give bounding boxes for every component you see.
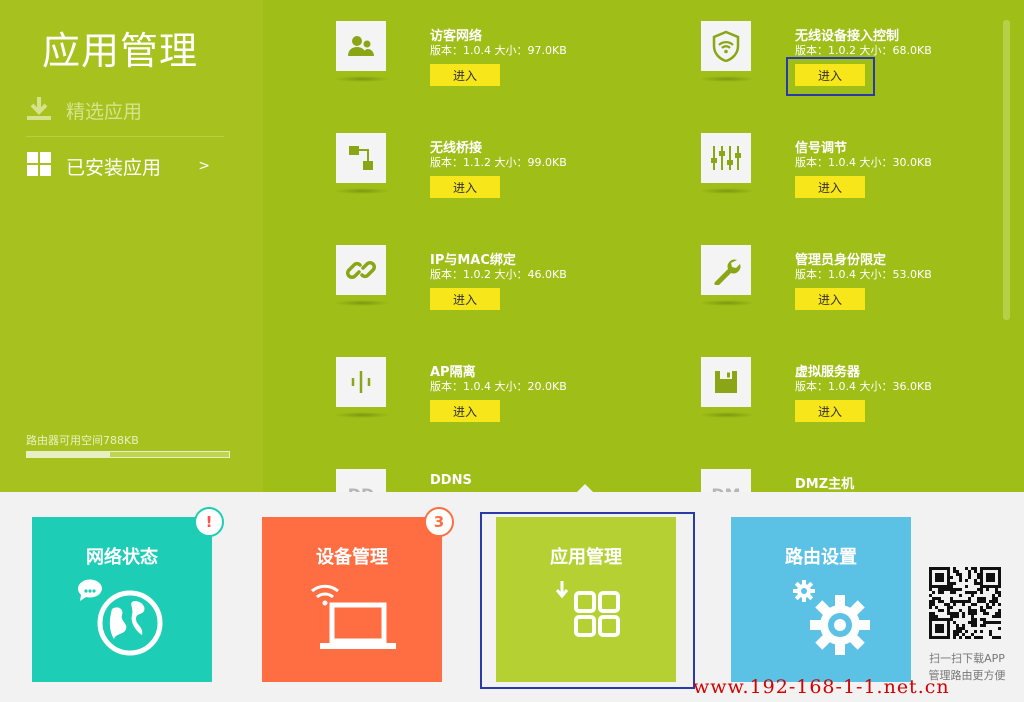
guest-users-icon	[336, 21, 386, 71]
tile-router-settings[interactable]: 路由设置	[731, 517, 911, 682]
globe-chat-icon	[32, 579, 212, 659]
app-card-wireless-access-control: 无线设备接入控制 版本：1.0.2 大小：68.0KB 进入	[699, 21, 1021, 121]
count-badge: 3	[424, 507, 454, 537]
app-version: 版本：1.0.4 大小：20.0KB	[430, 380, 567, 393]
chevron-right-icon: >	[198, 158, 210, 174]
app-name: DDNS	[430, 473, 472, 488]
wifi-shield-icon	[701, 21, 751, 71]
grid-icon	[26, 151, 52, 182]
app-card-dmz-host: DM DMZ主机	[701, 469, 1021, 492]
icon-shadow	[699, 412, 755, 418]
tile-device-management[interactable]: 设备管理 3	[262, 507, 454, 682]
sidebar-title: 应用管理	[42, 29, 199, 73]
icon-shadow	[334, 412, 390, 418]
wrench-icon	[701, 245, 751, 295]
alert-badge: !	[194, 507, 224, 537]
selected-tile-highlight	[480, 512, 695, 689]
storage-space-fill	[27, 452, 110, 457]
storage-space-label: 路由器可用空间788KB	[26, 434, 139, 447]
app-card-admin-restriction: 管理员身份限定 版本：1.0.4 大小：53.0KB 进入	[699, 245, 1021, 345]
enter-button[interactable]: 进入	[795, 176, 865, 198]
sidebar-divider	[26, 136, 224, 137]
icon-shadow	[699, 76, 755, 82]
icon-shadow	[334, 300, 390, 306]
watermark-text: www.192-168-1-1.net.cn	[693, 676, 950, 698]
icon-shadow	[699, 300, 755, 306]
enter-button[interactable]: 进入	[430, 288, 500, 310]
app-card-ap-isolation: AP隔离 版本：1.0.4 大小：20.0KB 进入	[334, 357, 656, 457]
active-tab-pointer	[575, 484, 595, 494]
focus-highlight	[786, 57, 875, 96]
app-card-signal-adjust: 信号调节 版本：1.0.4 大小：30.0KB 进入	[699, 133, 1021, 233]
enter-button[interactable]: 进入	[430, 176, 500, 198]
ap-isolation-icon	[336, 357, 386, 407]
signal-sliders-icon	[701, 133, 751, 183]
app-version: 版本：1.1.2 大小：99.0KB	[430, 156, 567, 169]
bridge-icon	[336, 133, 386, 183]
icon-shadow	[699, 188, 755, 194]
save-disk-icon	[701, 357, 751, 407]
app-card-ip-mac-binding: IP与MAC绑定 版本：1.0.2 大小：46.0KB 进入	[334, 245, 656, 345]
app-version: 版本：1.0.2 大小：68.0KB	[795, 44, 932, 57]
qr-caption-line1: 扫一扫下载APP	[929, 652, 1005, 665]
download-icon	[26, 95, 52, 126]
app-version: 版本：1.0.4 大小：53.0KB	[795, 268, 932, 281]
icon-shadow	[334, 188, 390, 194]
enter-button[interactable]: 进入	[430, 400, 500, 422]
enter-button[interactable]: 进入	[795, 288, 865, 310]
app-version: 版本：1.0.4 大小：97.0KB	[430, 44, 567, 57]
sidebar-item-featured-apps[interactable]: 精选应用	[26, 84, 224, 136]
sidebar: 应用管理 精选应用 已安装应用 > 路由器可用空间788KB	[0, 0, 263, 492]
app-version: 版本：1.0.4 大小：36.0KB	[795, 380, 932, 393]
app-version: 版本：1.0.4 大小：30.0KB	[795, 156, 932, 169]
tile-label: 路由设置	[785, 547, 857, 568]
laptop-wifi-icon	[262, 579, 442, 659]
icon-shadow	[334, 76, 390, 82]
tile-label: 设备管理	[316, 547, 388, 568]
sidebar-item-installed-apps[interactable]: 已安装应用 >	[26, 140, 224, 192]
ddns-icon: DD	[336, 469, 386, 492]
app-name: DMZ主机	[795, 477, 855, 492]
app-card-ddns: DD DDNS	[336, 469, 656, 492]
dmz-icon: DM	[701, 469, 751, 492]
sidebar-item-label: 精选应用	[66, 100, 143, 123]
storage-space-bar	[26, 451, 230, 458]
sidebar-item-label: 已安装应用	[66, 156, 162, 179]
enter-button[interactable]: 进入	[430, 64, 500, 86]
app-card-wireless-bridge: 无线桥接 版本：1.1.2 大小：99.0KB 进入	[334, 133, 656, 233]
app-list-panel[interactable]: 访客网络 版本：1.0.4 大小：97.0KB 进入 无线设备接入控制 版本：1…	[263, 0, 1024, 492]
link-icon	[336, 245, 386, 295]
tile-network-status[interactable]: 网络状态 !	[32, 507, 224, 682]
tile-label: 网络状态	[86, 547, 158, 568]
gears-icon	[731, 579, 911, 664]
app-card-virtual-server: 虚拟服务器 版本：1.0.4 大小：36.0KB 进入	[699, 357, 1021, 457]
app-card-guest-network: 访客网络 版本：1.0.4 大小：97.0KB 进入	[334, 21, 656, 121]
enter-button[interactable]: 进入	[795, 400, 865, 422]
qr-code	[929, 567, 1001, 639]
app-version: 版本：1.0.2 大小：46.0KB	[430, 268, 567, 281]
